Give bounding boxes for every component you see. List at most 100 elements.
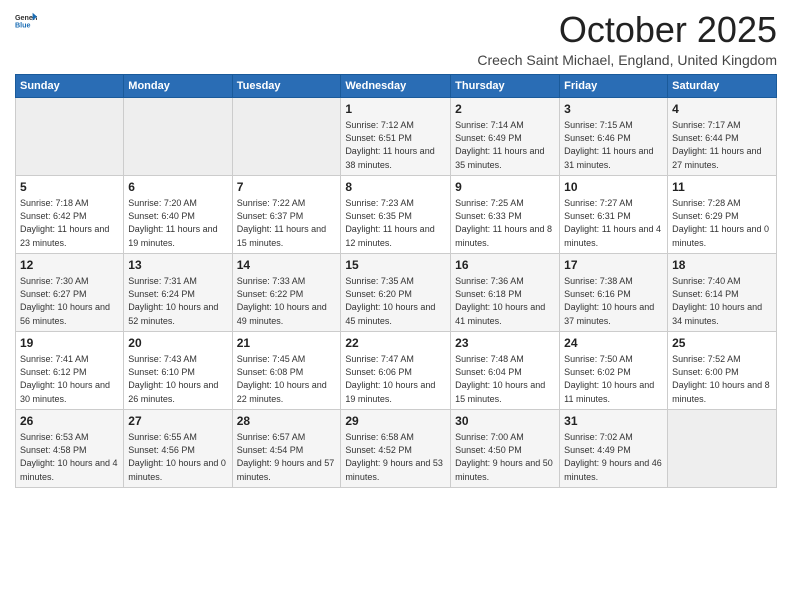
day-info: Sunrise: 7:15 AMSunset: 6:46 PMDaylight:… xyxy=(564,119,663,171)
month-title: October 2025 xyxy=(477,10,777,50)
table-row: 1Sunrise: 7:12 AMSunset: 6:51 PMDaylight… xyxy=(341,97,451,175)
day-info: Sunrise: 7:20 AMSunset: 6:40 PMDaylight:… xyxy=(128,197,227,249)
table-row: 28Sunrise: 6:57 AMSunset: 4:54 PMDayligh… xyxy=(232,409,341,487)
col-sunday: Sunday xyxy=(16,74,124,97)
day-number: 1 xyxy=(345,101,446,118)
day-number: 8 xyxy=(345,179,446,196)
table-row: 23Sunrise: 7:48 AMSunset: 6:04 PMDayligh… xyxy=(451,331,560,409)
day-number: 7 xyxy=(237,179,337,196)
day-number: 20 xyxy=(128,335,227,352)
day-number: 3 xyxy=(564,101,663,118)
table-row: 29Sunrise: 6:58 AMSunset: 4:52 PMDayligh… xyxy=(341,409,451,487)
calendar-week-row: 19Sunrise: 7:41 AMSunset: 6:12 PMDayligh… xyxy=(16,331,777,409)
day-number: 26 xyxy=(20,413,119,430)
day-info: Sunrise: 7:17 AMSunset: 6:44 PMDaylight:… xyxy=(672,119,772,171)
day-number: 30 xyxy=(455,413,555,430)
day-number: 19 xyxy=(20,335,119,352)
table-row: 9Sunrise: 7:25 AMSunset: 6:33 PMDaylight… xyxy=(451,175,560,253)
day-info: Sunrise: 7:30 AMSunset: 6:27 PMDaylight:… xyxy=(20,275,119,327)
title-section: October 2025 Creech Saint Michael, Engla… xyxy=(477,10,777,68)
day-info: Sunrise: 7:50 AMSunset: 6:02 PMDaylight:… xyxy=(564,353,663,405)
day-number: 27 xyxy=(128,413,227,430)
day-number: 24 xyxy=(564,335,663,352)
table-row: 26Sunrise: 6:53 AMSunset: 4:58 PMDayligh… xyxy=(16,409,124,487)
day-number: 22 xyxy=(345,335,446,352)
day-number: 16 xyxy=(455,257,555,274)
day-info: Sunrise: 7:12 AMSunset: 6:51 PMDaylight:… xyxy=(345,119,446,171)
location-title: Creech Saint Michael, England, United Ki… xyxy=(477,52,777,68)
day-info: Sunrise: 6:58 AMSunset: 4:52 PMDaylight:… xyxy=(345,431,446,483)
calendar-week-row: 5Sunrise: 7:18 AMSunset: 6:42 PMDaylight… xyxy=(16,175,777,253)
day-info: Sunrise: 6:57 AMSunset: 4:54 PMDaylight:… xyxy=(237,431,337,483)
table-row: 6Sunrise: 7:20 AMSunset: 6:40 PMDaylight… xyxy=(124,175,232,253)
table-row: 3Sunrise: 7:15 AMSunset: 6:46 PMDaylight… xyxy=(560,97,668,175)
table-row: 31Sunrise: 7:02 AMSunset: 4:49 PMDayligh… xyxy=(560,409,668,487)
table-row: 4Sunrise: 7:17 AMSunset: 6:44 PMDaylight… xyxy=(668,97,777,175)
day-info: Sunrise: 7:33 AMSunset: 6:22 PMDaylight:… xyxy=(237,275,337,327)
page: General Blue October 2025 Creech Saint M… xyxy=(0,0,792,612)
table-row: 21Sunrise: 7:45 AMSunset: 6:08 PMDayligh… xyxy=(232,331,341,409)
day-number: 21 xyxy=(237,335,337,352)
logo-icon: General Blue xyxy=(15,10,37,32)
calendar: Sunday Monday Tuesday Wednesday Thursday… xyxy=(15,74,777,488)
day-info: Sunrise: 7:14 AMSunset: 6:49 PMDaylight:… xyxy=(455,119,555,171)
day-info: Sunrise: 7:38 AMSunset: 6:16 PMDaylight:… xyxy=(564,275,663,327)
day-number: 17 xyxy=(564,257,663,274)
day-info: Sunrise: 7:23 AMSunset: 6:35 PMDaylight:… xyxy=(345,197,446,249)
day-number: 12 xyxy=(20,257,119,274)
day-number: 5 xyxy=(20,179,119,196)
table-row: 24Sunrise: 7:50 AMSunset: 6:02 PMDayligh… xyxy=(560,331,668,409)
day-number: 15 xyxy=(345,257,446,274)
table-row: 7Sunrise: 7:22 AMSunset: 6:37 PMDaylight… xyxy=(232,175,341,253)
day-number: 28 xyxy=(237,413,337,430)
header: General Blue October 2025 Creech Saint M… xyxy=(15,10,777,68)
col-saturday: Saturday xyxy=(668,74,777,97)
table-row: 10Sunrise: 7:27 AMSunset: 6:31 PMDayligh… xyxy=(560,175,668,253)
day-number: 25 xyxy=(672,335,772,352)
table-row xyxy=(668,409,777,487)
day-info: Sunrise: 7:28 AMSunset: 6:29 PMDaylight:… xyxy=(672,197,772,249)
col-wednesday: Wednesday xyxy=(341,74,451,97)
day-info: Sunrise: 7:22 AMSunset: 6:37 PMDaylight:… xyxy=(237,197,337,249)
day-info: Sunrise: 7:41 AMSunset: 6:12 PMDaylight:… xyxy=(20,353,119,405)
day-number: 23 xyxy=(455,335,555,352)
table-row: 8Sunrise: 7:23 AMSunset: 6:35 PMDaylight… xyxy=(341,175,451,253)
day-number: 4 xyxy=(672,101,772,118)
day-info: Sunrise: 7:45 AMSunset: 6:08 PMDaylight:… xyxy=(237,353,337,405)
table-row: 16Sunrise: 7:36 AMSunset: 6:18 PMDayligh… xyxy=(451,253,560,331)
table-row: 12Sunrise: 7:30 AMSunset: 6:27 PMDayligh… xyxy=(16,253,124,331)
day-info: Sunrise: 7:52 AMSunset: 6:00 PMDaylight:… xyxy=(672,353,772,405)
calendar-week-row: 12Sunrise: 7:30 AMSunset: 6:27 PMDayligh… xyxy=(16,253,777,331)
day-number: 13 xyxy=(128,257,227,274)
svg-text:Blue: Blue xyxy=(15,22,31,30)
table-row: 17Sunrise: 7:38 AMSunset: 6:16 PMDayligh… xyxy=(560,253,668,331)
day-info: Sunrise: 7:27 AMSunset: 6:31 PMDaylight:… xyxy=(564,197,663,249)
col-tuesday: Tuesday xyxy=(232,74,341,97)
calendar-week-row: 1Sunrise: 7:12 AMSunset: 6:51 PMDaylight… xyxy=(16,97,777,175)
day-number: 11 xyxy=(672,179,772,196)
table-row: 27Sunrise: 6:55 AMSunset: 4:56 PMDayligh… xyxy=(124,409,232,487)
day-info: Sunrise: 6:53 AMSunset: 4:58 PMDaylight:… xyxy=(20,431,119,483)
day-info: Sunrise: 7:25 AMSunset: 6:33 PMDaylight:… xyxy=(455,197,555,249)
table-row: 11Sunrise: 7:28 AMSunset: 6:29 PMDayligh… xyxy=(668,175,777,253)
table-row: 13Sunrise: 7:31 AMSunset: 6:24 PMDayligh… xyxy=(124,253,232,331)
day-number: 10 xyxy=(564,179,663,196)
calendar-week-row: 26Sunrise: 6:53 AMSunset: 4:58 PMDayligh… xyxy=(16,409,777,487)
day-number: 6 xyxy=(128,179,227,196)
table-row: 2Sunrise: 7:14 AMSunset: 6:49 PMDaylight… xyxy=(451,97,560,175)
day-number: 31 xyxy=(564,413,663,430)
day-number: 18 xyxy=(672,257,772,274)
day-info: Sunrise: 7:40 AMSunset: 6:14 PMDaylight:… xyxy=(672,275,772,327)
day-number: 14 xyxy=(237,257,337,274)
table-row: 18Sunrise: 7:40 AMSunset: 6:14 PMDayligh… xyxy=(668,253,777,331)
day-info: Sunrise: 7:18 AMSunset: 6:42 PMDaylight:… xyxy=(20,197,119,249)
day-info: Sunrise: 6:55 AMSunset: 4:56 PMDaylight:… xyxy=(128,431,227,483)
calendar-header-row: Sunday Monday Tuesday Wednesday Thursday… xyxy=(16,74,777,97)
table-row: 19Sunrise: 7:41 AMSunset: 6:12 PMDayligh… xyxy=(16,331,124,409)
day-info: Sunrise: 7:36 AMSunset: 6:18 PMDaylight:… xyxy=(455,275,555,327)
col-monday: Monday xyxy=(124,74,232,97)
day-number: 9 xyxy=(455,179,555,196)
table-row: 25Sunrise: 7:52 AMSunset: 6:00 PMDayligh… xyxy=(668,331,777,409)
table-row: 30Sunrise: 7:00 AMSunset: 4:50 PMDayligh… xyxy=(451,409,560,487)
day-info: Sunrise: 7:47 AMSunset: 6:06 PMDaylight:… xyxy=(345,353,446,405)
